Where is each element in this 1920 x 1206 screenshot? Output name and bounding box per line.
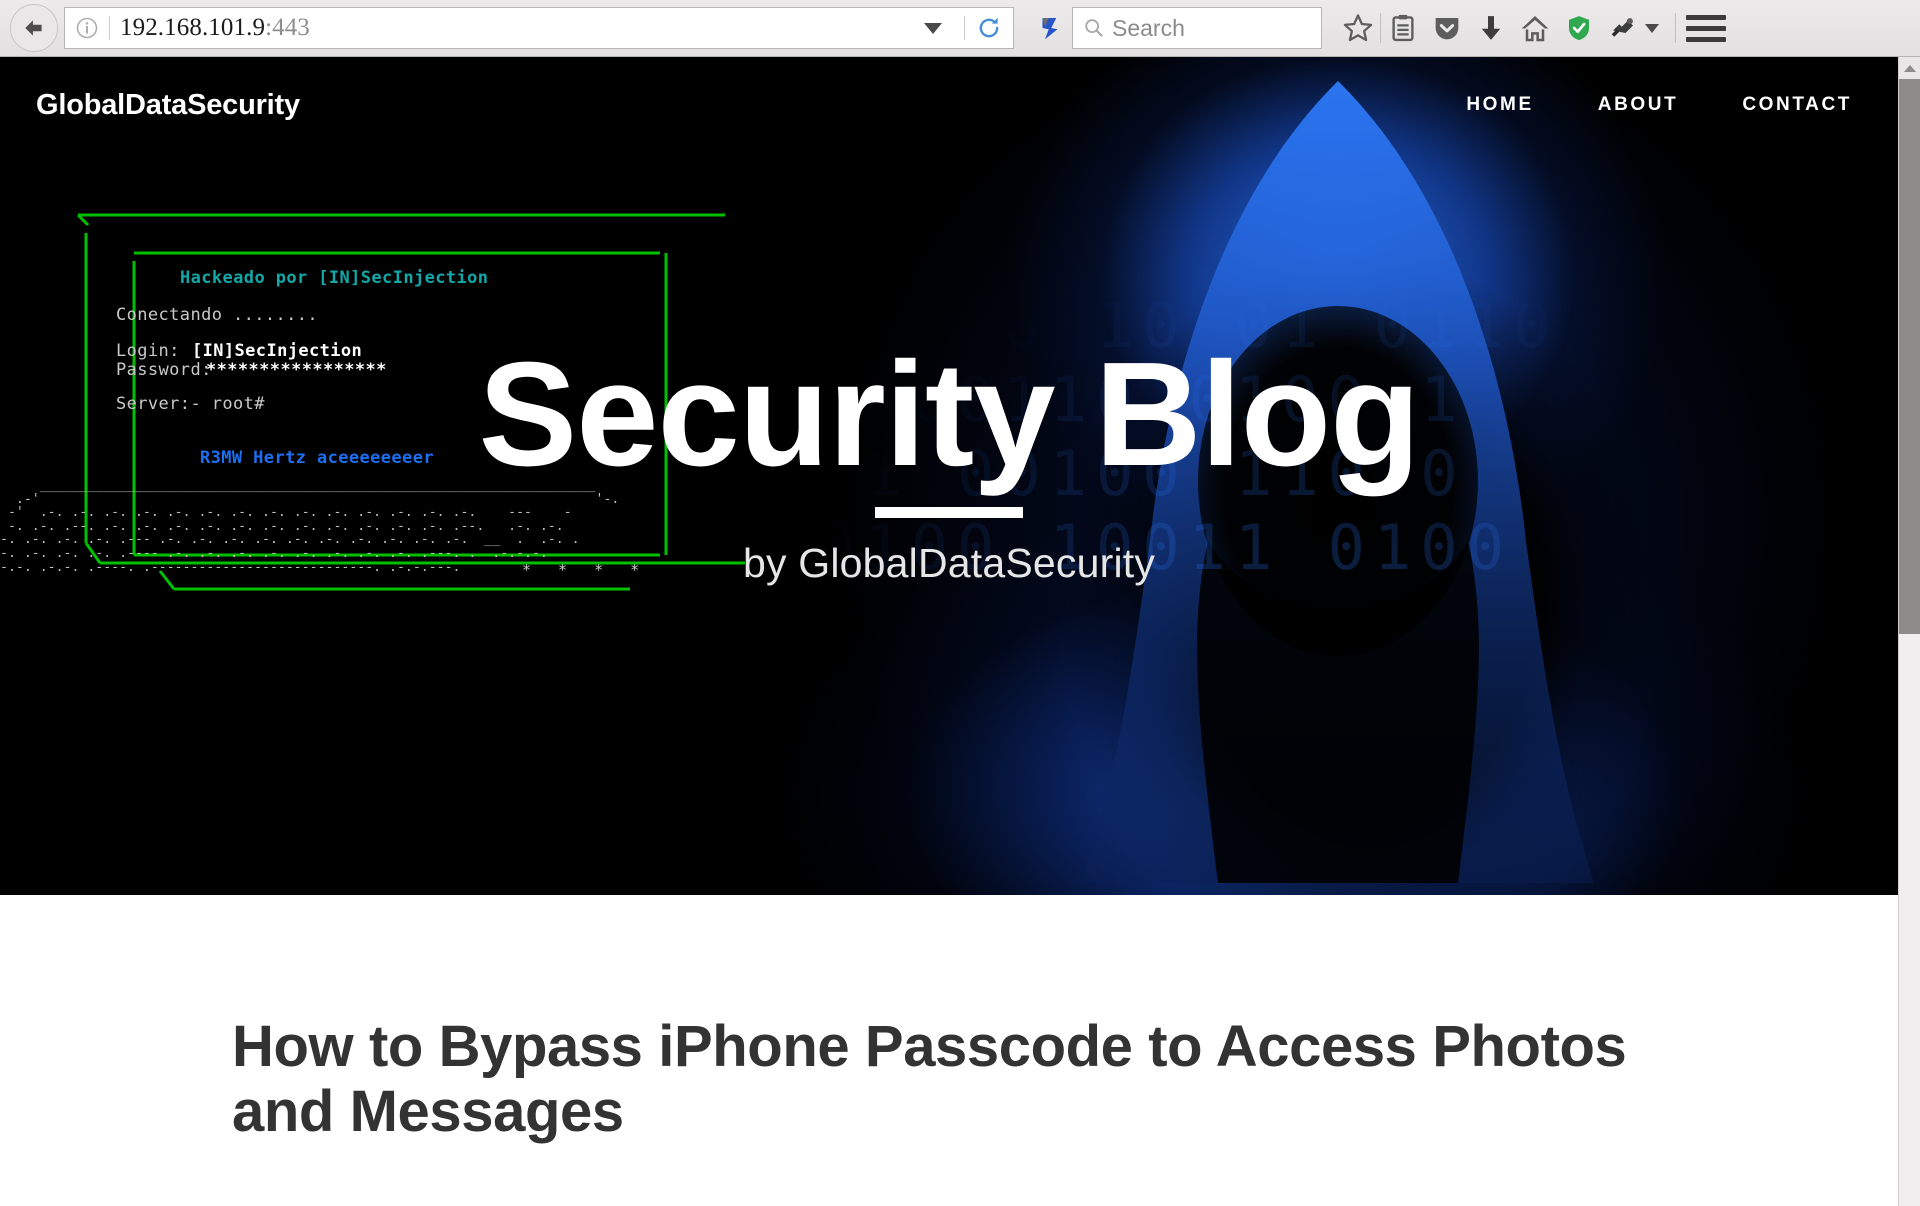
green-shield-glyph-icon	[1568, 16, 1590, 41]
hamburger-menu-icon[interactable]	[1676, 6, 1736, 50]
scroll-up-arrow-icon	[1904, 64, 1916, 72]
hero-left-fade	[0, 57, 420, 895]
site-brand[interactable]: GlobalDataSecurity	[36, 89, 300, 122]
reader-list-icon[interactable]	[1381, 6, 1425, 50]
url-port: :443	[265, 14, 310, 41]
downloads-icon[interactable]	[1469, 6, 1513, 50]
home-icon[interactable]	[1513, 6, 1557, 50]
back-arrow-icon	[25, 20, 42, 36]
info-circle-icon[interactable]	[75, 16, 99, 40]
browser-toolbar: 192.168.101.9:443 Search	[0, 0, 1920, 57]
search-icon	[1085, 19, 1103, 37]
site-header: GlobalDataSecurity HOME ABOUT CONTACT	[0, 57, 1898, 153]
addon-puzzle-glyph-icon	[1611, 18, 1633, 37]
nav-link-about[interactable]: ABOUT	[1598, 94, 1679, 116]
article-content: How to Bypass iPhone Passcode to Access …	[0, 895, 1898, 1145]
back-button[interactable]	[10, 4, 58, 52]
hero-banner: 01001100 10110 0110 0100 1101 101 01001 …	[0, 57, 1898, 895]
scroll-up-arrow-button[interactable]	[1899, 57, 1920, 79]
hamburger-lines	[1686, 14, 1726, 42]
site-navigation: HOME ABOUT CONTACT	[1466, 94, 1862, 116]
nav-link-home[interactable]: HOME	[1466, 94, 1533, 116]
article-title[interactable]: How to Bypass iPhone Passcode to Access …	[232, 1014, 1662, 1145]
pocket-glyph-icon	[1042, 18, 1058, 40]
star-glyph-icon	[1343, 14, 1373, 42]
hooded-hacker-photo: 01001100 10110 0110 0100 1101 101 01001 …	[778, 57, 1898, 895]
pocket-shield-glyph-icon	[1435, 18, 1459, 40]
chevron-down-icon[interactable]	[924, 22, 942, 34]
house-glyph-icon	[1521, 16, 1549, 42]
url-host: 192.168.101.9	[120, 14, 266, 41]
search-bar[interactable]: Search	[1072, 7, 1322, 49]
addon-chevron-down-icon[interactable]	[1645, 23, 1659, 33]
binary-code-overlay: 01001100 10110 0110 0100 1101 101 01001 …	[818, 67, 1560, 584]
pocket-save-icon[interactable]	[1425, 6, 1469, 50]
pocket-icon[interactable]	[1028, 6, 1072, 50]
search-input-placeholder[interactable]: Search	[1112, 15, 1185, 42]
scrollbar-thumb[interactable]	[1899, 79, 1920, 634]
reload-icon[interactable]	[975, 14, 1003, 42]
bookmark-star-icon[interactable]	[1336, 6, 1380, 50]
url-separator	[109, 16, 110, 40]
url-text: 192.168.101.9:443	[120, 14, 918, 42]
down-arrow-glyph-icon	[1481, 16, 1501, 40]
clipboard-glyph-icon	[1392, 14, 1414, 42]
page-scrollbar[interactable]	[1898, 57, 1920, 1206]
page-viewport: 01001100 10110 0110 0100 1101 101 01001 …	[0, 57, 1898, 1206]
address-bar[interactable]: 192.168.101.9:443	[64, 7, 1014, 49]
svg-text:* * * *: * * * *	[522, 561, 648, 579]
nav-link-contact[interactable]: CONTACT	[1742, 94, 1852, 116]
addon-icon[interactable]	[1601, 6, 1645, 50]
url-separator-2	[964, 16, 965, 40]
shield-check-icon[interactable]	[1557, 6, 1601, 50]
